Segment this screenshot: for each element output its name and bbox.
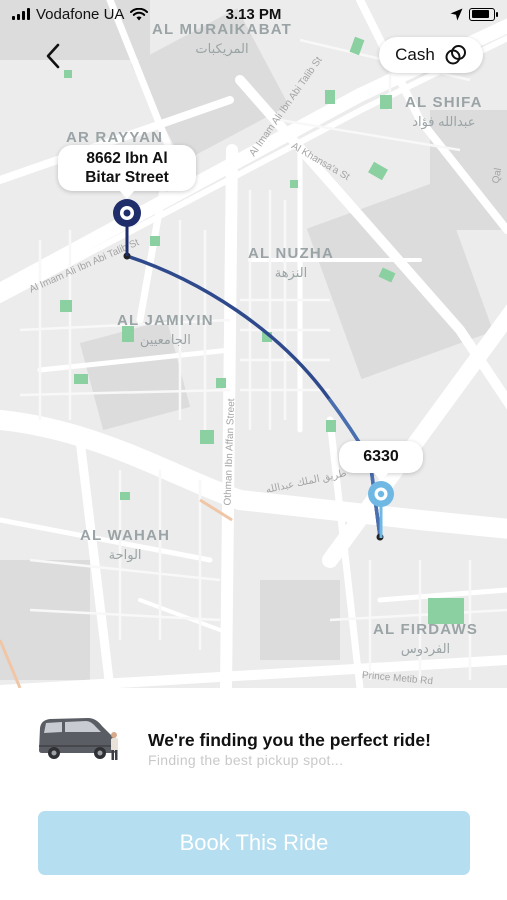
finding-ride-title: We're finding you the perfect ride! xyxy=(148,730,431,750)
payment-label: Cash xyxy=(395,45,435,64)
cash-icon xyxy=(445,45,466,65)
wifi-icon xyxy=(130,7,149,20)
pickup-address-line2: Bitar Street xyxy=(85,169,169,186)
payment-method-button[interactable]: Cash xyxy=(379,37,483,73)
map-view[interactable]: AL MURAIKABAT المريكبات AL SHIFA عبدالله ف… xyxy=(0,0,507,688)
dropoff-address-bubble[interactable]: 6330 xyxy=(339,441,423,481)
district-label: AL JAMIYIN الجامعيين xyxy=(117,312,214,347)
location-arrow-icon xyxy=(450,8,463,20)
status-left: Vodafone UA xyxy=(12,5,149,23)
book-ride-button[interactable]: Book This Ride xyxy=(38,811,470,875)
battery-icon xyxy=(469,7,498,21)
status-right xyxy=(450,7,498,21)
back-button[interactable] xyxy=(30,36,76,76)
chevron-left-icon xyxy=(46,43,60,69)
district-label: AL SHIFA عبدالله فؤاد xyxy=(405,94,483,129)
pickup-address-line1: 8662 Ibn Al xyxy=(86,150,168,167)
district-label: AL NUZHA النزهة xyxy=(248,245,334,280)
district-label: AL WAHAH الواحة xyxy=(80,527,171,562)
pickup-pin-icon[interactable] xyxy=(112,198,142,258)
ride-request-panel: We're finding you the perfect ride! Find… xyxy=(0,688,507,900)
pickup-address-bubble[interactable]: 8662 Ibn Al Bitar Street xyxy=(58,145,196,199)
ride-status xyxy=(36,710,126,766)
van-icon xyxy=(39,718,118,760)
dropoff-label: 6330 xyxy=(363,448,399,465)
status-time: 3.13 PM xyxy=(225,5,282,23)
finding-ride-subtitle: Finding the best pickup spot... xyxy=(148,752,344,768)
district-label: AL FIRDAWS الفردوس xyxy=(373,621,479,656)
dropoff-pin-icon[interactable] xyxy=(367,480,395,540)
status-bar: Vodafone UA 3.13 PM xyxy=(0,0,507,28)
signal-icon xyxy=(12,8,30,20)
carrier-name: Vodafone UA xyxy=(36,5,125,23)
